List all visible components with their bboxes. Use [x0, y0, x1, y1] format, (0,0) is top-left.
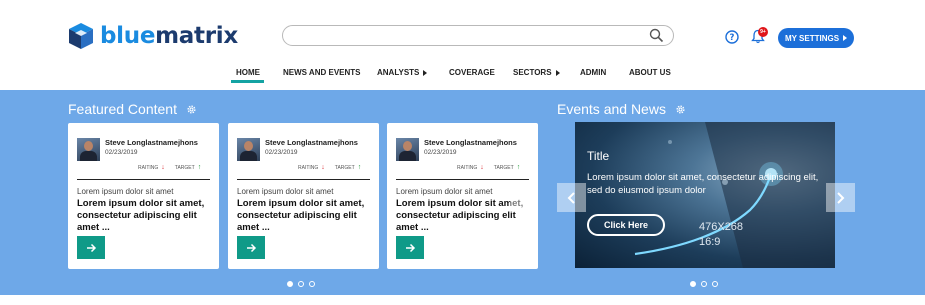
search-input[interactable]: [282, 25, 674, 46]
slide-text: Lorem ipsum dolor sit amet, consectetur …: [587, 172, 819, 196]
divider: [77, 179, 210, 180]
slide-title: Title: [587, 149, 610, 163]
rating-target-row: RAITING ↓ TARGET ↑: [298, 164, 361, 171]
arrow-up-icon: ↑: [516, 164, 521, 171]
nav-analysts[interactable]: ANALYSTS: [377, 68, 428, 77]
cube-logo-icon: [69, 23, 93, 49]
gear-icon[interactable]: [675, 104, 686, 115]
events-pager: [690, 281, 718, 287]
pager-dot[interactable]: [309, 281, 315, 287]
pager-dot[interactable]: [287, 281, 293, 287]
click-here-button[interactable]: Click Here: [587, 214, 665, 236]
header: bluematrix ? 9+ MY SETTINGS HOME NEWS AN…: [0, 0, 925, 90]
target-label: TARGET: [334, 164, 355, 171]
card-subtitle: Lorem ipsum dolor sit amet: [77, 187, 174, 196]
avatar: [396, 138, 419, 161]
events-next-button[interactable]: [826, 183, 855, 212]
target-label: TARGET: [493, 164, 514, 171]
my-settings-label: MY SETTINGS: [784, 33, 840, 43]
image-size-label: 476X268 16:9: [699, 221, 744, 248]
author-name: Steve Longlastnamejhons: [265, 138, 358, 147]
chevron-right-icon: [520, 191, 528, 203]
pager-dot[interactable]: [712, 281, 718, 287]
featured-card[interactable]: Steve Longlastnamejhons 02/23/2019 RAITI…: [228, 123, 379, 269]
logo-text: bluematrix: [100, 23, 238, 49]
rating-label: RAITING: [138, 164, 159, 171]
target-label: TARGET: [174, 164, 195, 171]
search-icon[interactable]: [649, 28, 664, 43]
nav-news-and-events[interactable]: NEWS AND EVENTS: [283, 68, 361, 77]
author-name: Steve Longlastnamejhons: [424, 138, 517, 147]
pager-dot[interactable]: [298, 281, 304, 287]
card-title[interactable]: Lorem ipsum dolor sit amet, consectetur …: [77, 198, 212, 234]
author-name: Steve Longlastnamejhons: [105, 138, 198, 147]
rating-target-row: RAITING ↓ TARGET ↑: [138, 164, 201, 171]
events-slide: Title Lorem ipsum dolor sit amet, consec…: [575, 122, 835, 268]
card-subtitle: Lorem ipsum dolor sit amet: [237, 187, 334, 196]
featured-pager: [287, 281, 315, 287]
pager-dot[interactable]: [701, 281, 707, 287]
rating-target-row: RAITING ↓ TARGET ↑: [457, 164, 520, 171]
nav-sectors[interactable]: SECTORS: [513, 68, 560, 77]
arrow-up-icon: ↑: [197, 164, 202, 171]
publish-date: 02/23/2019: [105, 149, 138, 156]
arrow-down-icon: ↓: [321, 164, 325, 171]
pager-dot[interactable]: [690, 281, 696, 287]
divider: [396, 179, 529, 180]
chevron-right-icon: [837, 191, 845, 204]
publish-date: 02/23/2019: [265, 149, 298, 156]
bluematrix-logo[interactable]: bluematrix: [68, 20, 238, 52]
open-card-button[interactable]: [396, 236, 424, 259]
divider: [237, 179, 370, 180]
arrow-down-icon: ↓: [161, 164, 165, 171]
featured-content-heading: Featured Content: [68, 101, 197, 117]
notification-badge: 9+: [758, 27, 768, 37]
featured-card[interactable]: Steve Longlastnamejhons 02/23/2019 RAITI…: [68, 123, 219, 269]
publish-date: 02/23/2019: [424, 149, 457, 156]
rating-label: RAITING: [298, 164, 319, 171]
nav-active-indicator: [231, 80, 264, 83]
chevron-left-icon: [567, 191, 575, 204]
nav-admin[interactable]: ADMIN: [580, 68, 606, 77]
arrow-down-icon: ↓: [480, 164, 484, 171]
caret-right-icon: [555, 69, 560, 76]
open-card-button[interactable]: [77, 236, 105, 259]
events-prev-button[interactable]: [557, 183, 586, 212]
my-settings-button[interactable]: MY SETTINGS: [778, 28, 854, 48]
caret-right-icon: [423, 69, 428, 76]
nav-coverage[interactable]: COVERAGE: [449, 68, 495, 77]
avatar: [77, 138, 100, 161]
rating-label: RAITING: [457, 164, 478, 171]
avatar: [237, 138, 260, 161]
card-title[interactable]: Lorem ipsum dolor sit amet, consectetur …: [237, 198, 372, 234]
question-circle-icon[interactable]: ?: [725, 30, 739, 44]
nav-home[interactable]: HOME: [236, 68, 260, 77]
card-subtitle: Lorem ipsum dolor sit amet: [396, 187, 493, 196]
svg-text:?: ?: [730, 33, 735, 43]
nav-about-us[interactable]: ABOUT US: [629, 68, 671, 77]
arrow-up-icon: ↑: [357, 164, 362, 171]
arrow-right-icon: [246, 243, 256, 252]
open-card-button[interactable]: [237, 236, 265, 259]
gear-icon[interactable]: [186, 104, 197, 115]
arrow-right-icon: [405, 243, 415, 252]
arrow-right-icon: [86, 243, 96, 252]
featured-next-button[interactable]: [510, 182, 538, 212]
caret-right-icon: [843, 35, 848, 41]
main-nav: HOME NEWS AND EVENTS ANALYSTS COVERAGE S…: [0, 66, 925, 86]
events-and-news-heading: Events and News: [557, 101, 686, 117]
